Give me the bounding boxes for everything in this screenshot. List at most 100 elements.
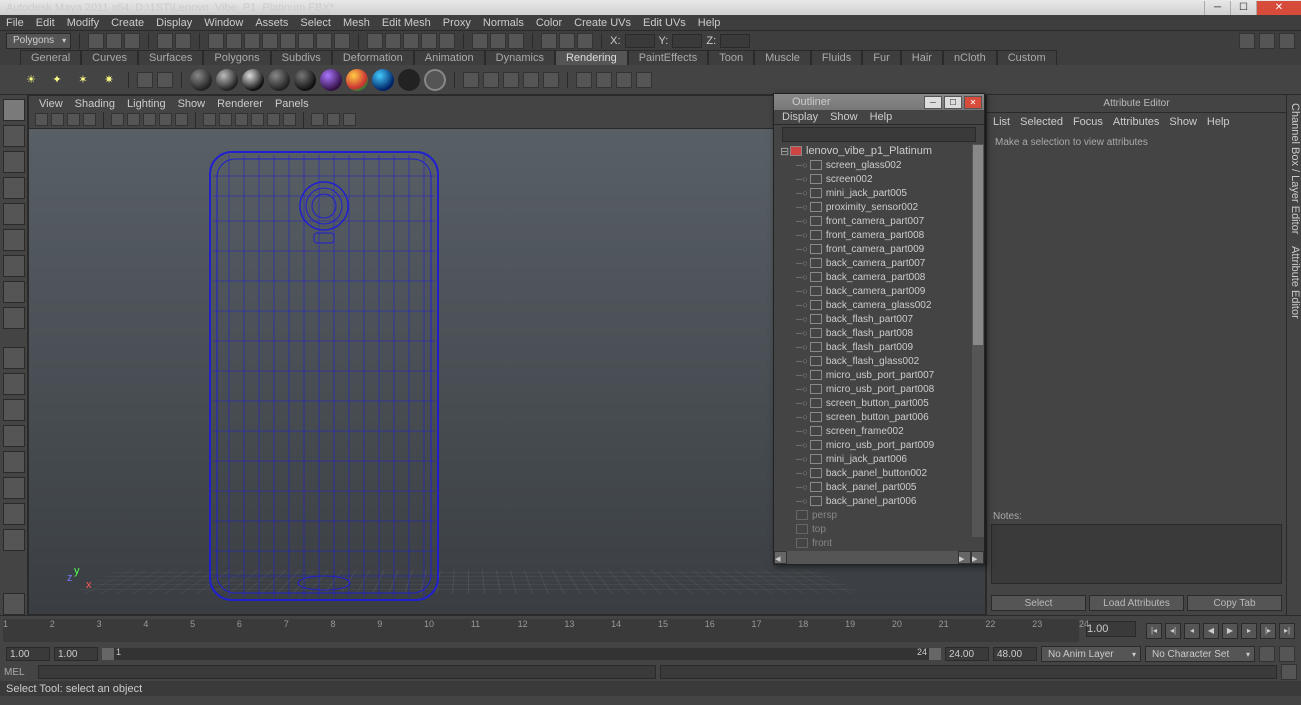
outliner-item[interactable]: back_camera_glass002 (774, 298, 984, 312)
menu-edit[interactable]: Edit (36, 17, 55, 29)
layout-three-top-icon[interactable] (3, 451, 25, 473)
menu-normals[interactable]: Normals (483, 17, 524, 29)
texture-checker-icon[interactable] (503, 72, 519, 88)
outliner-scrollbar-v[interactable] (972, 144, 984, 537)
area-light-icon[interactable]: ✷ (98, 69, 120, 91)
tab-toon[interactable]: Toon (708, 50, 754, 65)
snap-plane-icon[interactable] (421, 33, 437, 49)
outliner-menu-show[interactable]: Show (830, 111, 858, 123)
phong-ball-icon[interactable] (242, 69, 264, 91)
outliner-item[interactable]: screen_button_part006 (774, 410, 984, 424)
goto-start-icon[interactable]: |◂ (1146, 623, 1162, 639)
vp-menu-view[interactable]: View (39, 98, 63, 110)
outliner-camera-item[interactable]: top (774, 522, 984, 536)
attr-menu-focus[interactable]: Focus (1073, 116, 1103, 128)
outliner-minimize-button[interactable]: ─ (924, 96, 942, 109)
outliner-camera-item[interactable]: side (774, 550, 984, 551)
lasso-tool-icon[interactable] (3, 125, 25, 147)
surface-shader-ball-icon[interactable] (398, 69, 420, 91)
tab-rendering[interactable]: Rendering (555, 50, 628, 65)
layout-c-icon[interactable] (1279, 33, 1295, 49)
menu-editmesh[interactable]: Edit Mesh (382, 17, 431, 29)
range-slider[interactable]: 1 24 (102, 648, 941, 660)
layout-b-icon[interactable] (1259, 33, 1275, 49)
current-frame-input[interactable] (1086, 621, 1136, 637)
tab-curves[interactable]: Curves (81, 50, 138, 65)
attr-load-button[interactable]: Load Attributes (1089, 595, 1184, 611)
tab-custom[interactable]: Custom (997, 50, 1057, 65)
menu-createuvs[interactable]: Create UVs (574, 17, 631, 29)
coord-z-input[interactable] (720, 34, 750, 48)
paint-select-tool-icon[interactable] (3, 151, 25, 173)
range-handle-start[interactable] (102, 648, 114, 660)
vp-menu-panels[interactable]: Panels (275, 98, 309, 110)
tab-hair[interactable]: Hair (901, 50, 943, 65)
anim-prefs-icon[interactable] (1279, 646, 1295, 662)
tab-subdivs[interactable]: Subdivs (271, 50, 332, 65)
vp-film-gate-icon[interactable] (127, 113, 140, 126)
vp-camera-attr-icon[interactable] (51, 113, 64, 126)
time-slider[interactable]: 123456789101112131415161718192021222324 … (0, 615, 1301, 645)
outliner-item[interactable]: micro_usb_port_part007 (774, 368, 984, 382)
layout-single-icon[interactable] (3, 347, 25, 369)
range-inner-start-input[interactable] (54, 647, 98, 661)
sel-misc-icon[interactable] (334, 33, 350, 49)
shelf-misc2-icon[interactable] (157, 72, 173, 88)
vp-xray-icon[interactable] (327, 113, 340, 126)
play-forward-icon[interactable]: ▶ (1222, 623, 1238, 639)
menu-modify[interactable]: Modify (67, 17, 99, 29)
menu-create[interactable]: Create (111, 17, 144, 29)
vp-grid-icon[interactable] (111, 113, 124, 126)
vp-safe-title-icon[interactable] (175, 113, 188, 126)
tab-deformation[interactable]: Deformation (332, 50, 414, 65)
play-back-icon[interactable]: ◀ (1203, 623, 1219, 639)
hypershade-icon[interactable] (596, 72, 612, 88)
attr-select-button[interactable]: Select (991, 595, 1086, 611)
vp-high-quality-icon[interactable] (283, 113, 296, 126)
vp-resolution-gate-icon[interactable] (143, 113, 156, 126)
vp-camera-select-icon[interactable] (35, 113, 48, 126)
outliner-item[interactable]: back_flash_part008 (774, 326, 984, 340)
universal-manip-icon[interactable] (3, 255, 25, 277)
vp-menu-show[interactable]: Show (178, 98, 206, 110)
texture-ramp-icon[interactable] (483, 72, 499, 88)
layout-two-side-icon[interactable] (3, 399, 25, 421)
menu-edituvs[interactable]: Edit UVs (643, 17, 686, 29)
vp-menu-renderer[interactable]: Renderer (217, 98, 263, 110)
ipr-render-icon[interactable] (559, 33, 575, 49)
outliner-menu-help[interactable]: Help (870, 111, 893, 123)
outliner-item[interactable]: back_flash_part009 (774, 340, 984, 354)
outliner-camera-item[interactable]: persp (774, 508, 984, 522)
tab-polygons[interactable]: Polygons (203, 50, 270, 65)
outliner-item[interactable]: back_flash_part007 (774, 312, 984, 326)
layout-preset-a-icon[interactable] (3, 503, 25, 525)
outliner-item[interactable]: back_panel_button002 (774, 466, 984, 480)
render-frame-icon[interactable] (541, 33, 557, 49)
tab-dynamics[interactable]: Dynamics (485, 50, 555, 65)
outliner-item[interactable]: screen_glass002 (774, 158, 984, 172)
menu-assets[interactable]: Assets (255, 17, 288, 29)
snap-curve-icon[interactable] (385, 33, 401, 49)
autokey-icon[interactable] (1259, 646, 1275, 662)
use-background-ball-icon[interactable] (424, 69, 446, 91)
move-tool-icon[interactable] (3, 177, 25, 199)
menu-file[interactable]: File (6, 17, 24, 29)
vp-menu-lighting[interactable]: Lighting (127, 98, 166, 110)
spot-light-icon[interactable]: ✦ (46, 69, 68, 91)
tab-muscle[interactable]: Muscle (754, 50, 811, 65)
snap-grid-icon[interactable] (367, 33, 383, 49)
vp-shadows-icon[interactable] (267, 113, 280, 126)
outliner-item[interactable]: back_flash_glass002 (774, 354, 984, 368)
output-ops-icon[interactable] (490, 33, 506, 49)
vp-menu-shading[interactable]: Shading (75, 98, 115, 110)
outliner-item[interactable]: screen002 (774, 172, 984, 186)
attr-menu-help[interactable]: Help (1207, 116, 1230, 128)
undo-icon[interactable] (157, 33, 173, 49)
anim-layer-dropdown[interactable]: No Anim Layer (1041, 646, 1141, 662)
step-forward-icon[interactable]: ▸ (1241, 623, 1257, 639)
step-forward-key-icon[interactable]: |▸ (1260, 623, 1276, 639)
outliner-item[interactable]: back_panel_part005 (774, 480, 984, 494)
menu-help[interactable]: Help (698, 17, 721, 29)
outliner-item[interactable]: front_camera_part009 (774, 242, 984, 256)
lambert-ball-icon[interactable] (190, 69, 212, 91)
